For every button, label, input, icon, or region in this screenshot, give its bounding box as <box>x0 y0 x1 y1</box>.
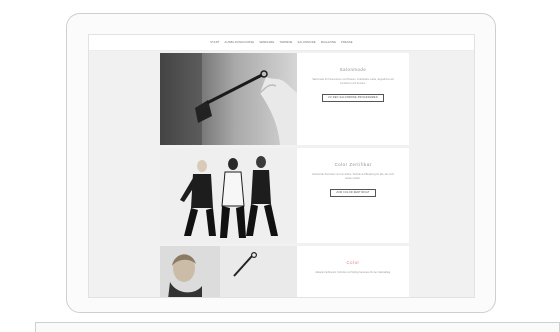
scissors-photo <box>160 53 297 145</box>
section-title: Color Zertifikat <box>334 162 372 167</box>
info-panel-1: Salonmode Salonmode für Friseurinnen und… <box>297 53 409 145</box>
section-text: Salonmode für Friseurinnen und Friseure.… <box>312 78 394 85</box>
feature-section-3: Color Aktuelle Farbtrends, Schnitte und … <box>160 246 409 297</box>
nav-salonmode[interactable]: Salonmode <box>297 41 315 44</box>
info-panel-3: Color Aktuelle Farbtrends, Schnitte und … <box>297 246 409 297</box>
nav-presse[interactable]: Presse <box>341 41 353 44</box>
section-text: Aktuelle Farbtrends, Schnitte und Stylin… <box>315 271 391 274</box>
section-button[interactable]: Zu den Salonmode Programmen <box>322 94 384 103</box>
nav-ausbildung[interactable]: Ausbildung/Kurse <box>225 41 255 44</box>
nav-termine[interactable]: Termine <box>279 41 292 44</box>
info-panel-2: Color Zertifikat Vertiefende Seminare ru… <box>297 148 409 243</box>
section-button[interactable]: Zum Color Zertifikat <box>330 189 376 198</box>
feature-section-1: Salonmode Salonmode für Friseurinnen und… <box>160 53 409 145</box>
feature-section-2: Color Zertifikat Vertiefende Seminare ru… <box>160 148 409 243</box>
nav-seminare[interactable]: Seminare <box>259 41 274 44</box>
section-title: Salonmode <box>339 67 367 72</box>
nav-magazine[interactable]: Magazine <box>321 41 336 44</box>
people-photo <box>160 148 297 243</box>
laptop-base <box>35 322 560 332</box>
nav-start[interactable]: Start <box>210 41 219 44</box>
section-text: Vertiefende Seminare rund um Farbe, Tech… <box>311 173 395 180</box>
portrait-photo <box>160 246 297 297</box>
top-navigation: Start Ausbildung/Kurse Seminare Termine … <box>89 35 474 51</box>
website-screen: Start Ausbildung/Kurse Seminare Termine … <box>88 34 475 298</box>
section-title: Color <box>346 260 360 265</box>
